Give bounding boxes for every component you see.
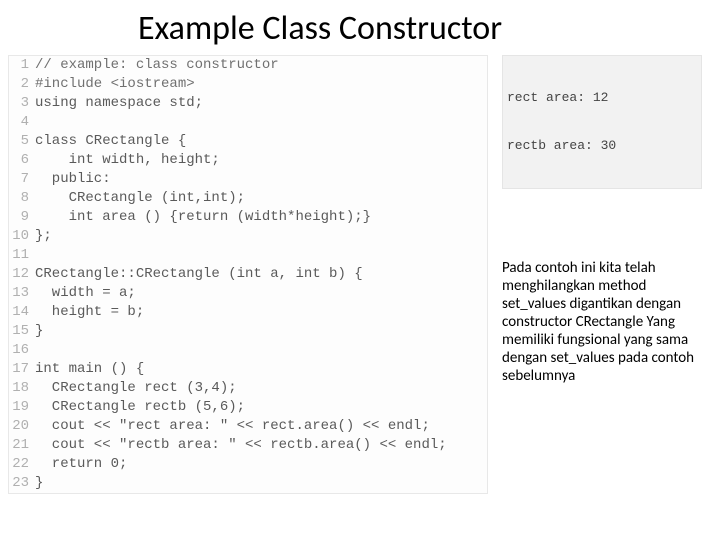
line-number: 18 xyxy=(9,379,35,398)
code-line: 19 CRectangle rectb (5,6); xyxy=(9,398,487,417)
code-line: 23} xyxy=(9,474,487,493)
line-number: 14 xyxy=(9,303,35,322)
code-text xyxy=(35,113,487,132)
line-number: 17 xyxy=(9,360,35,379)
code-text: } xyxy=(35,322,487,341)
code-line: 5class CRectangle { xyxy=(9,132,487,151)
code-line: 20 cout << "rect area: " << rect.area() … xyxy=(9,417,487,436)
code-line: 16 xyxy=(9,341,487,360)
code-line: 1// example: class constructor xyxy=(9,56,487,75)
line-number: 22 xyxy=(9,455,35,474)
line-number: 2 xyxy=(9,75,35,94)
code-text: height = b; xyxy=(35,303,487,322)
code-line: 22 return 0; xyxy=(9,455,487,474)
code-line: 6 int width, height; xyxy=(9,151,487,170)
output-line-1: rect area: 12 xyxy=(507,90,697,106)
code-text: CRectangle (int,int); xyxy=(35,189,487,208)
code-text: class CRectangle { xyxy=(35,132,487,151)
code-text: // example: class constructor xyxy=(35,56,487,75)
code-text: int area () {return (width*height);} xyxy=(35,208,487,227)
code-text: int width, height; xyxy=(35,151,487,170)
code-text: CRectangle::CRectangle (int a, int b) { xyxy=(35,265,487,284)
output-line-2: rectb area: 30 xyxy=(507,138,697,154)
line-number: 19 xyxy=(9,398,35,417)
explanation-text: Pada contoh ini kita telah menghilangkan… xyxy=(502,259,702,385)
code-line: 3using namespace std; xyxy=(9,94,487,113)
code-line: 15} xyxy=(9,322,487,341)
code-line: 18 CRectangle rect (3,4); xyxy=(9,379,487,398)
content-row: 1// example: class constructor2#include … xyxy=(0,55,720,494)
line-number: 6 xyxy=(9,151,35,170)
program-output: rect area: 12 rectb area: 30 xyxy=(502,55,702,189)
line-number: 13 xyxy=(9,284,35,303)
code-text: cout << "rectb area: " << rectb.area() <… xyxy=(35,436,487,455)
code-line: 9 int area () {return (width*height);} xyxy=(9,208,487,227)
code-line: 11 xyxy=(9,246,487,265)
code-line: 4 xyxy=(9,113,487,132)
code-line: 13 width = a; xyxy=(9,284,487,303)
side-column: rect area: 12 rectb area: 30 Pada contoh… xyxy=(502,55,702,494)
line-number: 8 xyxy=(9,189,35,208)
code-text: cout << "rect area: " << rect.area() << … xyxy=(35,417,487,436)
line-number: 11 xyxy=(9,246,35,265)
line-number: 12 xyxy=(9,265,35,284)
code-text: return 0; xyxy=(35,455,487,474)
line-number: 7 xyxy=(9,170,35,189)
code-text: } xyxy=(35,474,487,493)
code-text: public: xyxy=(35,170,487,189)
code-text: using namespace std; xyxy=(35,94,487,113)
code-text: int main () { xyxy=(35,360,487,379)
code-text: }; xyxy=(35,227,487,246)
code-line: 8 CRectangle (int,int); xyxy=(9,189,487,208)
line-number: 5 xyxy=(9,132,35,151)
code-text: CRectangle rectb (5,6); xyxy=(35,398,487,417)
line-number: 10 xyxy=(9,227,35,246)
code-text xyxy=(35,341,487,360)
code-line: 2#include <iostream> xyxy=(9,75,487,94)
line-number: 1 xyxy=(9,56,35,75)
line-number: 9 xyxy=(9,208,35,227)
code-line: 10}; xyxy=(9,227,487,246)
line-number: 23 xyxy=(9,474,35,493)
line-number: 3 xyxy=(9,94,35,113)
line-number: 21 xyxy=(9,436,35,455)
code-line: 21 cout << "rectb area: " << rectb.area(… xyxy=(9,436,487,455)
code-line: 14 height = b; xyxy=(9,303,487,322)
line-number: 15 xyxy=(9,322,35,341)
code-block: 1// example: class constructor2#include … xyxy=(8,55,488,494)
code-text: CRectangle rect (3,4); xyxy=(35,379,487,398)
code-line: 17int main () { xyxy=(9,360,487,379)
code-text xyxy=(35,246,487,265)
code-text: width = a; xyxy=(35,284,487,303)
line-number: 4 xyxy=(9,113,35,132)
code-line: 12CRectangle::CRectangle (int a, int b) … xyxy=(9,265,487,284)
line-number: 20 xyxy=(9,417,35,436)
code-line: 7 public: xyxy=(9,170,487,189)
code-text: #include <iostream> xyxy=(35,75,487,94)
line-number: 16 xyxy=(9,341,35,360)
slide-title: Example Class Constructor xyxy=(0,8,720,49)
